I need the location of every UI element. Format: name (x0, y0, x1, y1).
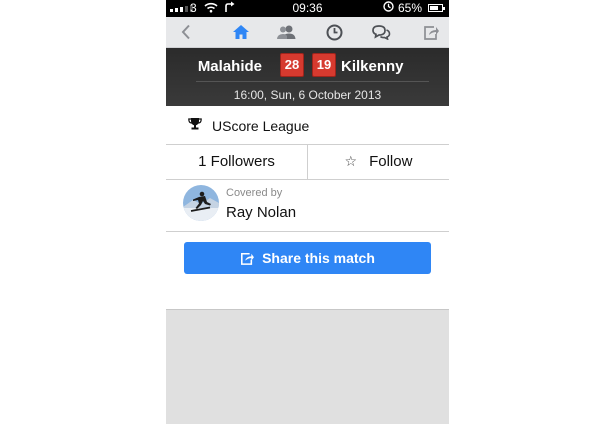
star-outline-icon: ☆ (344, 153, 358, 169)
share-match-button[interactable]: Share this match (184, 242, 431, 274)
followers-count: 1 Followers (198, 153, 275, 170)
users-icon (277, 25, 296, 39)
follow-label: Follow (369, 153, 413, 170)
avatar[interactable] (183, 185, 219, 221)
followers-count-button[interactable]: 1 Followers (166, 144, 308, 179)
phone-screen: 3 09:36 65% Malahide 28 19 Kilkenny 16:0… (166, 0, 449, 424)
share-match-label: Share this match (262, 250, 375, 266)
history-button[interactable] (314, 17, 354, 47)
league-row[interactable]: UScore League (166, 107, 449, 145)
follow-button[interactable]: ☆ Follow (308, 144, 449, 179)
share-icon (241, 252, 255, 265)
toolbar (166, 17, 449, 48)
reporter-name: Ray Nolan (226, 204, 297, 221)
followers-button[interactable] (266, 17, 306, 47)
battery-percent: 65% (398, 1, 423, 15)
home-button[interactable] (221, 17, 261, 47)
coverage-row[interactable]: Covered by Ray Nolan (166, 180, 449, 232)
home-icon (233, 25, 249, 39)
share-icon (424, 25, 439, 40)
league-name: UScore League (212, 117, 310, 134)
header-divider (196, 81, 429, 82)
away-team-name: Kilkenny (341, 58, 404, 75)
status-bar: 3 09:36 65% (166, 0, 449, 17)
comments-button[interactable] (361, 17, 401, 47)
match-header: Malahide 28 19 Kilkenny 16:00, Sun, 6 Oc… (166, 48, 449, 106)
alarm-lock-icon (383, 1, 394, 15)
trophy-icon (188, 117, 202, 135)
home-team-name: Malahide (197, 58, 262, 75)
match-datetime: 16:00, Sun, 6 October 2013 (233, 88, 382, 102)
covered-by-label: Covered by (226, 187, 283, 199)
chat-bubbles-icon (372, 25, 391, 40)
empty-content-area (166, 309, 449, 424)
away-score: 19 (312, 53, 336, 77)
followers-row: 1 Followers ☆ Follow (166, 144, 449, 180)
clock-icon (326, 24, 342, 40)
back-chevron-icon (181, 24, 190, 40)
share-toolbar-button[interactable] (411, 17, 449, 47)
home-score: 28 (280, 53, 304, 77)
back-button[interactable] (166, 17, 206, 47)
battery-icon (428, 4, 445, 12)
